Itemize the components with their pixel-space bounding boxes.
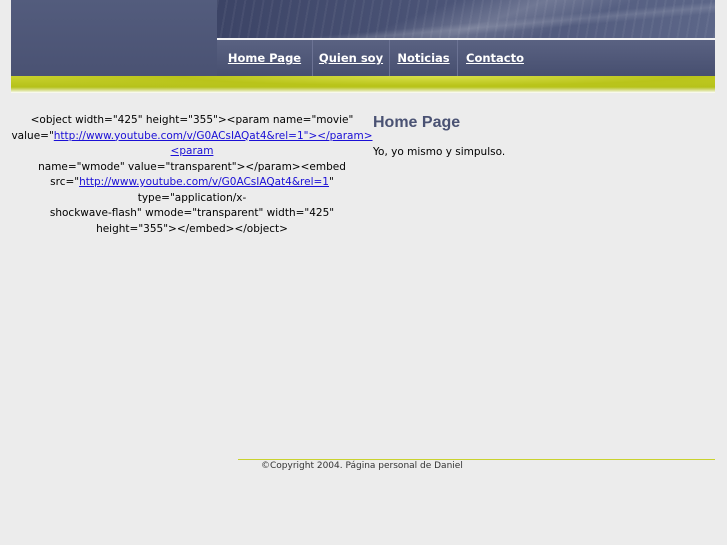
main-nav: Home Page Quien soy Noticias Contacto [217,40,715,76]
embed-line: shockwave-flash" wmode="transparent" wid… [49,207,335,219]
page-title: Home Page [373,114,461,131]
nav-item-contacto[interactable]: Contacto [458,40,532,76]
content-paragraph: Yo, yo mismo y simpulso. [373,146,506,158]
embed-text: value=" [11,129,54,142]
footer-divider [238,459,715,460]
page: Home Page Quien soy Noticias Contacto <o… [11,0,715,545]
embed-line: src="http://www.youtube.com/v/G0ACsIAQat… [11,175,373,206]
header-banner-image [217,0,715,38]
embed-text: src=" [50,176,80,188]
nav-item-home-page[interactable]: Home Page [217,40,313,76]
embed-line: name="wmode" value="transparent"></param… [38,160,346,173]
footer-copyright: ©Copyright 2004. Página personal de Dani… [261,461,463,471]
embed-code-text: <object width="425" height="355"><param … [11,113,373,237]
nav-item-noticias[interactable]: Noticias [390,40,458,76]
nav-item-quien-soy[interactable]: Quien soy [313,40,390,76]
header-swoosh [11,76,715,93]
main-content: Home Page Yo, yo mismo y simpulso. [373,113,715,158]
embed-line: value="http://www.youtube.com/v/G0ACsIAQ… [11,129,373,160]
embed-line: height="355"></embed></object> [96,222,288,235]
youtube-link[interactable]: http://www.youtube.com/v/G0ACsIAQat4&rel… [79,176,329,188]
embed-line: <object width="425" height="355"><param … [30,114,354,126]
header-logo-block [11,0,217,76]
youtube-link[interactable]: http://www.youtube.com/v/G0ACsIAQat4&rel… [54,130,373,158]
header: Home Page Quien soy Noticias Contacto [11,0,715,93]
